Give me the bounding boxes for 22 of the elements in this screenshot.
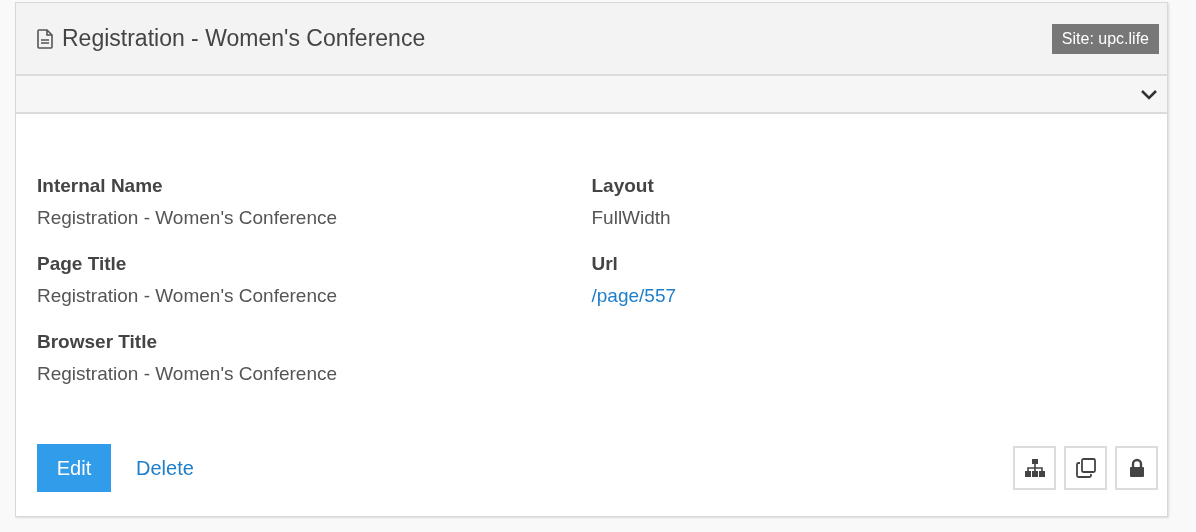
copy-button[interactable]: [1064, 446, 1107, 490]
document-icon: [37, 28, 53, 49]
delete-link[interactable]: Delete: [136, 453, 194, 483]
field-label: Browser Title: [37, 330, 158, 354]
edit-button[interactable]: Edit: [37, 444, 111, 492]
field-label: Internal Name: [37, 174, 163, 198]
field-value: Registration - Women's Conference: [37, 284, 338, 308]
field-value: Registration - Women's Conference: [37, 206, 338, 230]
chevron-down-icon[interactable]: [1140, 88, 1158, 100]
field-value: Registration - Women's Conference: [37, 362, 338, 386]
lock-icon: [1128, 458, 1145, 478]
sitemap-icon: [1023, 459, 1046, 477]
field-label: Layout: [591, 174, 654, 198]
field-label: Url: [591, 252, 618, 276]
sitemap-button[interactable]: [1013, 446, 1056, 490]
url-link[interactable]: /page/557: [591, 282, 677, 310]
lock-button[interactable]: [1115, 446, 1158, 490]
field-value: FullWidth: [591, 206, 671, 230]
field-label: Page Title: [37, 252, 127, 276]
site-label: Site: upc.life: [1051, 23, 1159, 54]
panel-title: Registration - Women's Conference: [62, 24, 426, 54]
copy-icon: [1075, 458, 1096, 478]
